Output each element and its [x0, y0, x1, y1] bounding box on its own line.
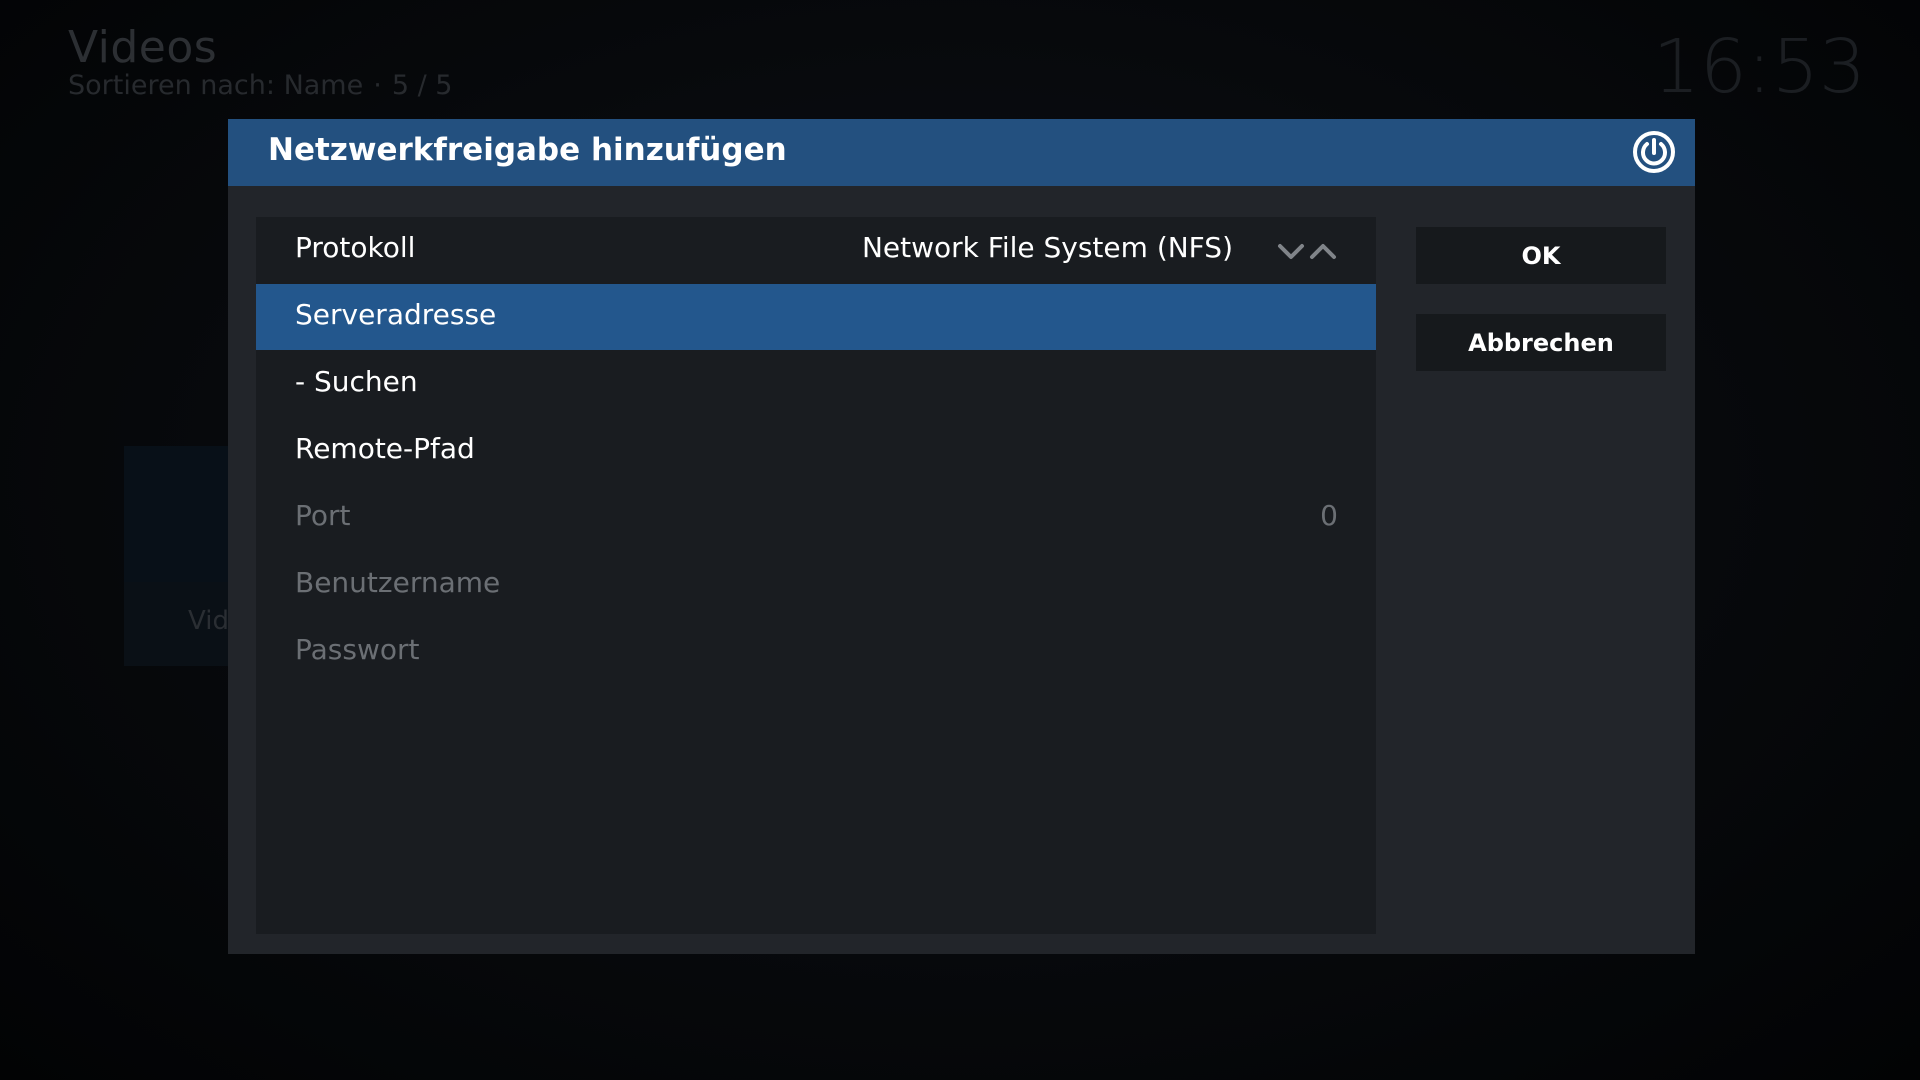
- setting-label-protocol: Protokoll: [295, 231, 416, 264]
- dialog-header: Netzwerkfreigabe hinzufügen: [228, 119, 1695, 186]
- settings-list: Protokoll Network File System (NFS) Serv…: [256, 217, 1376, 934]
- background-window-title: Videos: [68, 22, 218, 73]
- setting-label-port: Port: [295, 499, 351, 532]
- setting-label-username: Benutzername: [295, 566, 501, 599]
- background-tile-thumb: [124, 446, 244, 582]
- setting-row-password: Passwort: [256, 619, 1376, 685]
- setting-label-server-address: Serveradresse: [295, 298, 497, 331]
- setting-label-password: Passwort: [295, 633, 420, 666]
- setting-value-port: 0: [1320, 499, 1338, 532]
- setting-value-protocol: Network File System (NFS): [861, 231, 1233, 264]
- setting-row-port: Port 0: [256, 485, 1376, 551]
- setting-row-server-address[interactable]: Serveradresse: [256, 284, 1376, 350]
- setting-row-remote-path[interactable]: Remote-Pfad: [256, 418, 1376, 484]
- item-count: 5 / 5: [391, 70, 453, 101]
- dialog-title: Netzwerkfreigabe hinzufügen: [268, 132, 787, 168]
- setting-row-browse[interactable]: - Suchen: [256, 351, 1376, 417]
- background-tile: Vid: [124, 446, 244, 666]
- background-tile-label: Vid: [188, 606, 229, 636]
- setting-label-browse: - Suchen: [295, 365, 418, 398]
- setting-row-protocol[interactable]: Protokoll Network File System (NFS): [256, 217, 1376, 283]
- sort-info: Sortieren nach: Name: [68, 70, 364, 101]
- clock: 16:53: [1652, 24, 1866, 110]
- background-window-subtitle: Sortieren nach: Name · 5 / 5: [68, 70, 452, 101]
- subtitle-separator: ·: [373, 70, 382, 101]
- kodi-close-icon[interactable]: [1631, 129, 1677, 175]
- setting-row-username: Benutzername: [256, 552, 1376, 618]
- spinner-up-down-icon[interactable]: [1276, 239, 1338, 263]
- cancel-button[interactable]: Abbrechen: [1416, 314, 1666, 371]
- setting-label-remote-path: Remote-Pfad: [295, 432, 475, 465]
- ok-button[interactable]: OK: [1416, 227, 1666, 284]
- add-network-share-dialog: Netzwerkfreigabe hinzufügen Protokoll Ne…: [228, 119, 1695, 954]
